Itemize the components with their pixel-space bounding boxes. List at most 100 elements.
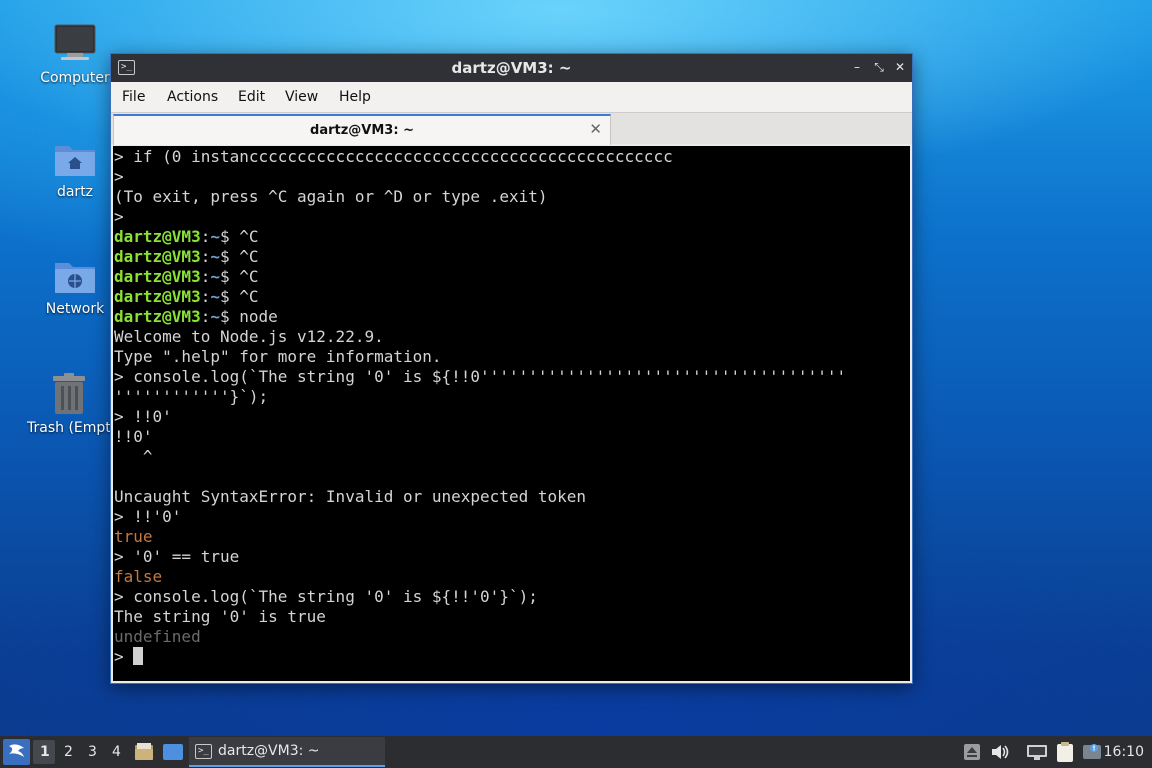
workspace-1[interactable]: 1 xyxy=(40,744,50,760)
prompt-path: ~ xyxy=(210,267,220,286)
terminal-line: > xyxy=(114,207,124,226)
workspace-3[interactable]: 3 xyxy=(88,744,97,760)
taskbar: 1 2 3 4 >_ dartz@VM3: ~ 16:10 xyxy=(0,736,1152,768)
network-status-icon[interactable] xyxy=(1026,743,1048,761)
notification-icon[interactable] xyxy=(1082,742,1102,762)
prompt-user: dartz@VM3 xyxy=(114,247,201,266)
terminal-prompt-line: dartz@VM3:~$ node xyxy=(114,307,910,327)
clipboard-icon[interactable] xyxy=(1055,741,1075,763)
volume-icon[interactable] xyxy=(990,743,1010,761)
terminal-line: ^ xyxy=(114,447,153,466)
prompt-user: dartz@VM3 xyxy=(114,267,201,286)
show-desktop-icon[interactable] xyxy=(162,743,184,761)
prompt-colon: : xyxy=(200,287,211,306)
terminal-line: Type ".help" for more information. xyxy=(114,347,442,366)
terminal-line: The string '0' is true xyxy=(114,607,326,626)
distro-logo-icon xyxy=(9,744,24,757)
workspace-4[interactable]: 4 xyxy=(112,744,121,760)
desktop-icon-trash[interactable]: Trash (Empty) xyxy=(27,372,111,436)
terminal-line: > xyxy=(114,167,124,186)
prompt-command: node xyxy=(239,307,278,326)
file-manager-icon[interactable] xyxy=(134,742,154,762)
terminal-input-line[interactable]: > xyxy=(114,647,910,667)
taskbar-window-terminal[interactable]: >_ dartz@VM3: ~ xyxy=(189,737,385,767)
home-folder-icon xyxy=(55,146,95,176)
terminal-result-line: undefined xyxy=(114,627,201,646)
computer-icon xyxy=(54,24,96,60)
minimize-button[interactable]: – xyxy=(849,59,865,75)
terminal-icon: >_ xyxy=(195,744,212,759)
terminal-line: > !!0' xyxy=(114,407,172,426)
prompt-user: dartz@VM3 xyxy=(114,287,201,306)
text-cursor xyxy=(133,647,144,665)
prompt-path: ~ xyxy=(210,227,220,246)
terminal-line: > '0' == true xyxy=(114,547,240,566)
window-titlebar[interactable]: >_ dartz@VM3: ~ – ⤡ ✕ xyxy=(111,54,912,82)
prompt-command: ^C xyxy=(239,267,259,286)
terminal-prompt-line: dartz@VM3:~$ ^C xyxy=(114,247,910,267)
prompt-command: ^C xyxy=(239,227,259,246)
terminal-prompt-line: dartz@VM3:~$ ^C xyxy=(114,267,910,287)
prompt-dollar: $ xyxy=(219,267,240,286)
prompt-command: ^C xyxy=(239,287,259,306)
maximize-button[interactable]: ⤡ xyxy=(871,59,887,75)
taskbar-window-label: dartz@VM3: ~ xyxy=(218,743,320,759)
clock[interactable]: 16:10 xyxy=(1104,744,1144,760)
prompt-command: ^C xyxy=(239,247,259,266)
prompt-dollar: $ xyxy=(219,287,240,306)
terminal-output[interactable]: > if (0 instancccccccccccccccccccccccccc… xyxy=(113,146,910,681)
terminal-window: >_ dartz@VM3: ~ – ⤡ ✕ File Actions Edit … xyxy=(110,53,913,684)
desktop-icon-label: Trash (Empty) xyxy=(27,420,111,436)
menu-actions[interactable]: Actions xyxy=(167,89,218,105)
prompt-user: dartz@VM3 xyxy=(114,307,201,326)
desktop-icon-label: Computer xyxy=(40,70,110,86)
menu-help[interactable]: Help xyxy=(339,89,371,105)
desktop-icon-home-folder[interactable]: dartz xyxy=(27,140,123,200)
window-title: dartz@VM3: ~ xyxy=(451,59,572,77)
terminal-line: ''''''''''''}`); xyxy=(114,387,269,406)
desktop-icon-label: Network xyxy=(45,301,105,317)
prompt-path: ~ xyxy=(210,247,220,266)
network-folder-icon xyxy=(55,263,95,293)
prompt-dollar: $ xyxy=(219,227,240,246)
terminal-result-line: false xyxy=(114,567,163,586)
prompt-dollar: $ xyxy=(219,307,240,326)
prompt-path: ~ xyxy=(210,287,220,306)
menu-edit[interactable]: Edit xyxy=(238,89,265,105)
prompt-dollar: $ xyxy=(219,247,240,266)
terminal-line: Uncaught SyntaxError: Invalid or unexpec… xyxy=(114,487,587,506)
terminal-prompt-line: dartz@VM3:~$ ^C xyxy=(114,227,910,247)
menu-view[interactable]: View xyxy=(285,89,318,105)
menu-bar: File Actions Edit View Help xyxy=(111,82,912,112)
desktop-icon-computer[interactable]: Computer xyxy=(27,22,123,86)
tab-close-icon[interactable]: ✕ xyxy=(589,120,602,138)
prompt-colon: : xyxy=(200,267,211,286)
terminal-line: > console.log(`The string '0' is ${!!0''… xyxy=(114,367,847,386)
app-menu-button[interactable] xyxy=(3,739,30,765)
prompt-path: ~ xyxy=(210,307,220,326)
prompt-colon: : xyxy=(200,227,211,246)
desktop-icon-label: dartz xyxy=(56,184,94,200)
desktop-icon-network[interactable]: Network xyxy=(27,257,123,317)
tab-terminal[interactable]: dartz@VM3: ~ ✕ xyxy=(113,114,611,145)
terminal-result-line: true xyxy=(114,527,153,546)
menu-file[interactable]: File xyxy=(122,89,145,105)
terminal-line: > !!'0' xyxy=(114,507,182,526)
prompt-colon: : xyxy=(200,247,211,266)
prompt-user: dartz@VM3 xyxy=(114,227,201,246)
tab-bar: dartz@VM3: ~ ✕ xyxy=(111,112,912,145)
terminal-line: Welcome to Node.js v12.22.9. xyxy=(114,327,384,346)
terminal-line: > if (0 instancccccccccccccccccccccccccc… xyxy=(114,147,673,166)
trash-icon xyxy=(53,373,85,414)
prompt-colon: : xyxy=(200,307,211,326)
terminal-line: (To exit, press ^C again or ^D or type .… xyxy=(114,187,548,206)
workspace-2[interactable]: 2 xyxy=(64,744,73,760)
repl-prompt: > xyxy=(114,647,134,666)
close-button[interactable]: ✕ xyxy=(892,59,908,75)
tab-label: dartz@VM3: ~ xyxy=(310,123,414,138)
terminal-prompt-line: dartz@VM3:~$ ^C xyxy=(114,287,910,307)
terminal-line: !!0' xyxy=(114,427,153,446)
terminal-line: > console.log(`The string '0' is ${!!'0'… xyxy=(114,587,538,606)
eject-icon[interactable] xyxy=(963,743,981,761)
